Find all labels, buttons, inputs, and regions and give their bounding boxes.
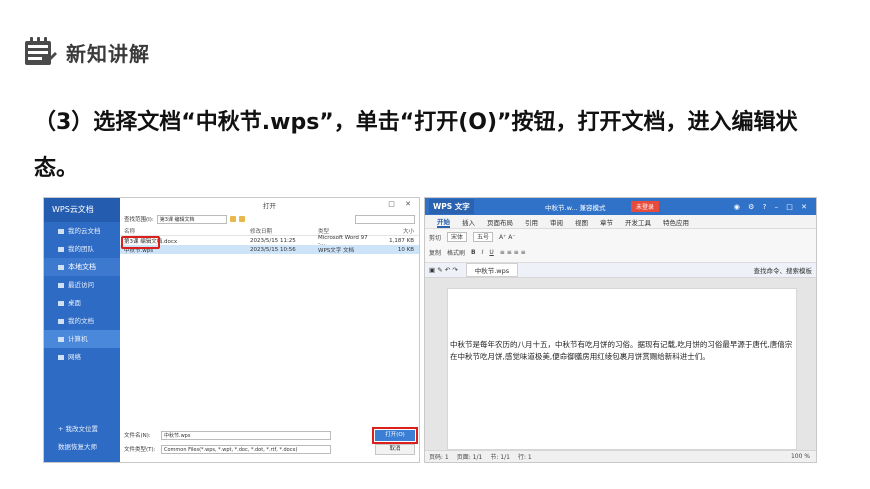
tab-features[interactable]: 特色应用 [663, 217, 689, 227]
status-section: 节: 1/1 [490, 454, 510, 461]
bold-icon[interactable]: B [471, 249, 476, 256]
ribbon-tabs: 开始 插入 页面布局 引用 审阅 视图 章节 开发工具 特色应用 [425, 215, 816, 229]
status-bar: 页码: 1 页面: 1/1 节: 1/1 行: 1 100 % [425, 450, 816, 462]
wps-writer-screenshot: WPS 文字 中秋节.w... 兼容模式 未登录 ◉ ⚙ ? – □ ✕ 开始 … [424, 197, 817, 463]
search-input[interactable] [355, 214, 415, 224]
tab-references[interactable]: 引用 [525, 217, 538, 227]
open-dialog-screenshot: WPS云文档 我的云文档 我的团队 本地文档 最近访问 桌面 我的文档 计算机 … [43, 197, 420, 463]
sidebar-item-documents[interactable]: 我的文档 [44, 312, 120, 330]
filetype-label: 文件类型(T): [124, 447, 156, 453]
italic-icon[interactable]: I [482, 249, 484, 256]
tab-layout[interactable]: 页面布局 [487, 217, 513, 227]
tab-section[interactable]: 章节 [600, 217, 613, 227]
new-folder-icon[interactable] [238, 216, 245, 222]
open-dialog: 打开 □ ✕ 查找范围(I): 第3课 编辑文档 名称 修改日期 类型 大小 第… [120, 198, 419, 462]
tab-developer[interactable]: 开发工具 [625, 217, 651, 227]
tab-review[interactable]: 审阅 [550, 217, 563, 227]
file-row[interactable]: 第3课 编辑文档.docx 2023/5/15 11:25 Microsoft … [120, 235, 419, 247]
document-title: 中秋节.w... 兼容模式 [545, 203, 606, 212]
sidebar-item-my-team[interactable]: 我的团队 [44, 240, 120, 258]
open-button[interactable]: 打开(O) [372, 426, 418, 444]
folder-icon[interactable] [229, 216, 236, 222]
document-area: 中秋节是每年农历的八月十五，中秋节有吃月饼的习俗。据现有记载,吃月饼的习俗最早源… [425, 278, 816, 450]
file-list-header: 名称 修改日期 类型 大小 [120, 226, 419, 236]
doc-tab[interactable]: 中秋节.wps [465, 263, 519, 277]
zoom-level[interactable]: 100 % [791, 453, 810, 460]
login-button[interactable]: 未登录 [631, 201, 660, 212]
sidebar-item-recent[interactable]: 最近访问 [44, 276, 120, 294]
sidebar-item-network[interactable]: 网络 [44, 348, 120, 366]
cancel-button[interactable]: 取消 [375, 443, 415, 455]
tab-view[interactable]: 视图 [575, 217, 588, 227]
find-command-input[interactable]: 查找命令、搜索模板 [754, 265, 813, 275]
filename-input[interactable]: 中秋节.wps [161, 430, 331, 440]
tab-insert[interactable]: 插入 [462, 217, 475, 227]
align-icons[interactable]: ≡ ≡ ≡ ≡ [500, 249, 526, 256]
sidebar-item-computer[interactable]: 计算机 [44, 330, 120, 348]
underline-icon[interactable]: U [489, 249, 493, 256]
document-tabs: ▣ ✎ ↶ ↷ 中秋节.wps 查找命令、搜索模板 [425, 263, 816, 278]
tab-home[interactable]: 开始 [437, 216, 450, 228]
cut-button[interactable]: 剪切 [429, 233, 441, 242]
data-recovery-button[interactable]: 数据恢复大师 [44, 438, 120, 456]
sidebar-item-desktop[interactable]: 桌面 [44, 294, 120, 312]
slide: 新知讲解 （3）选择文档“中秋节.wps”，单击“打开(O)”按钮，打开文档，进… [0, 0, 870, 489]
grow-font-icon[interactable]: A⁺ A⁻ [499, 234, 515, 241]
document-body-text[interactable]: 中秋节是每年农历的八月十五，中秋节有吃月饼的习俗。据现有记载,吃月饼的习俗最早源… [450, 339, 795, 363]
font-size-select[interactable]: 五号 [473, 232, 494, 242]
add-location-button[interactable]: + 我改文位置 [44, 420, 120, 438]
wps-cloud-brand: WPS云文档 [44, 198, 120, 222]
file-highlight-box [121, 236, 160, 249]
copy-button[interactable]: 复制 [429, 248, 441, 257]
status-row: 行: 1 [517, 454, 532, 461]
status-pages: 页面: 1/1 [456, 454, 483, 461]
font-select[interactable]: 宋体 [447, 232, 468, 242]
filename-label: 文件名(N): [124, 433, 151, 439]
file-row-selected[interactable]: 中秋节.wps 2023/5/15 10:56 WPS文字 文档 10 KB [120, 245, 419, 254]
window-controls[interactable]: ◉ ⚙ ? – □ ✕ [734, 203, 810, 211]
notebook-icon [25, 37, 57, 65]
status-page: 页码: 1 [429, 454, 449, 461]
app-menu-button[interactable]: WPS 文字 [429, 199, 474, 214]
window-controls[interactable]: □ ✕ [388, 200, 415, 208]
title-bar: WPS 文字 中秋节.w... 兼容模式 未登录 ◉ ⚙ ? – □ ✕ [425, 198, 816, 215]
sidebar-item-my-cloud[interactable]: 我的云文档 [44, 222, 120, 240]
page-title: 新知讲解 [66, 41, 150, 66]
ribbon-toolbar: 剪切 宋体 五号 A⁺ A⁻ 复制 格式刷 B I U ≡ ≡ ≡ ≡ [425, 229, 816, 263]
quick-access-icons[interactable]: ▣ ✎ ↶ ↷ [429, 266, 458, 274]
document-page[interactable]: 中秋节是每年农历的八月十五，中秋节有吃月饼的习俗。据现有记载,吃月饼的习俗最早源… [447, 288, 797, 450]
look-in-label: 查找范围(I): [124, 217, 154, 223]
wps-sidebar: WPS云文档 我的云文档 我的团队 本地文档 最近访问 桌面 我的文档 计算机 … [44, 198, 120, 462]
instruction-text: （3）选择文档“中秋节.wps”，单击“打开(O)”按钮，打开文档，进入编辑状态… [34, 110, 798, 181]
format-painter-button[interactable]: 格式刷 [447, 248, 465, 257]
section-header: 新知讲解 [22, 34, 150, 70]
sidebar-group-local[interactable]: 本地文档 [44, 258, 120, 276]
look-in-select[interactable]: 第3课 编辑文档 [156, 214, 227, 224]
filetype-select[interactable]: Common Files(*.wps, *.wpt, *.doc, *.dot,… [161, 444, 331, 454]
dialog-title: 打开 [263, 202, 276, 210]
